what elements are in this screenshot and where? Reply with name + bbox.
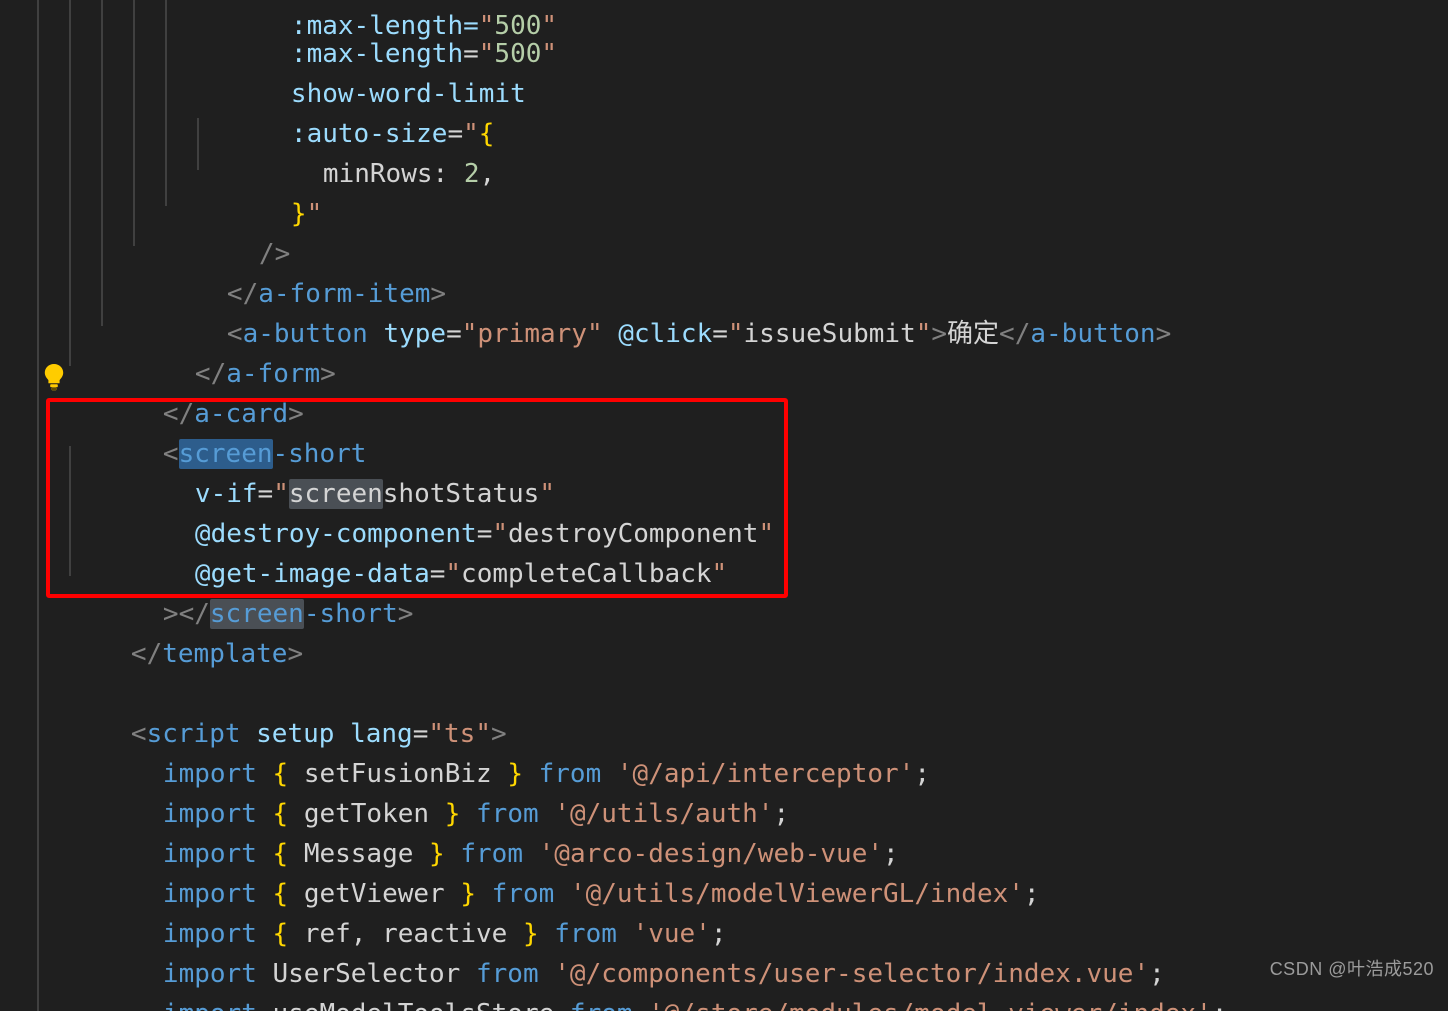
code-token-semicolon: ; — [914, 759, 930, 789]
code-token-angle: </ — [130, 639, 163, 669]
code-line-v-if[interactable]: v-if="screenshotStatus" — [101, 434, 555, 509]
code-line-import-ref-reactive[interactable]: import { ref, reactive } from 'vue'; — [69, 874, 727, 949]
code-line-show-word-limit[interactable]: show-word-limit — [197, 34, 526, 109]
code-token-string-primary: "primary" — [461, 319, 603, 349]
code-token-quote: " — [711, 559, 728, 589]
indent-guide — [165, 0, 167, 206]
csdn-watermark: CSDN @叶浩成520 — [1269, 959, 1434, 979]
code-line-close-template[interactable]: </template> — [37, 594, 303, 669]
code-token-number-2: 2 — [463, 159, 480, 189]
code-token-expr-issue-submit: issueSubmit — [743, 319, 916, 349]
indent-guide — [101, 0, 103, 326]
code-token-equals: = — [446, 319, 462, 349]
code-line-max-length[interactable]: :max-length="500" — [197, 0, 557, 69]
code-token-quote: " — [915, 319, 932, 349]
code-line-min-rows[interactable]: minRows: 2, — [229, 114, 495, 189]
code-line-import-user-selector[interactable]: import UserSelector from '@/components/u… — [69, 914, 1165, 989]
code-line-import-get-token[interactable]: import { getToken } from '@/utils/auth'; — [69, 754, 789, 829]
code-token-equals: = — [429, 559, 446, 589]
code-line-a-button[interactable]: <a-button type="primary" @click="issueSu… — [133, 274, 1171, 349]
code-token-semicolon: ; — [1023, 879, 1040, 909]
code-editor-window[interactable]: :max-length="500" :max-length="500" show… — [0, 0, 1448, 1011]
code-line-script-open[interactable]: <script setup lang="ts"> — [37, 674, 507, 749]
code-token-equals: = — [712, 319, 728, 349]
code-token-attr-type: type — [383, 319, 447, 349]
code-token-quote: " — [758, 519, 775, 549]
code-surface[interactable]: :max-length="500" :max-length="500" show… — [0, 0, 1448, 1011]
code-token-close-brace: } — [290, 199, 307, 229]
code-line-close-brace[interactable]: }" — [197, 154, 322, 229]
code-line-import-message[interactable]: import { Message } from '@arco-design/we… — [69, 794, 899, 869]
code-line-auto-size[interactable]: :auto-size="{ — [197, 74, 495, 149]
code-line-get-image-data[interactable]: @get-image-data="completeCallback" — [101, 514, 727, 589]
quick-fix-lightbulb-icon[interactable] — [41, 362, 67, 392]
code-line-screen-short-close[interactable]: ></screen-short> — [69, 554, 413, 629]
code-line-self-close[interactable]: /> — [165, 194, 290, 269]
code-token-angle: > — [320, 359, 336, 389]
indent-guide — [133, 0, 135, 246]
code-token-quote: " — [306, 199, 323, 229]
code-token-quote: " — [727, 319, 744, 349]
code-token-prop-minrows: minRows — [322, 159, 433, 189]
indent-guide — [69, 0, 71, 366]
code-token-angle: > — [287, 639, 304, 669]
code-line-import-use-model-tools-store[interactable]: import useModelToolsStore from '@/store/… — [69, 954, 1227, 1011]
code-line-close-a-form-item[interactable]: </a-form-item> — [133, 234, 446, 309]
code-token-tag-a-button: a-button — [1030, 319, 1156, 349]
code-line-clipped-bottom[interactable]: import { useUserStore } from '@/store'; — [69, 994, 773, 1011]
code-token-text-confirm: 确定 — [947, 319, 1000, 349]
code-line-close-a-card[interactable]: </a-card> — [69, 354, 304, 429]
lightbulb-glyph — [44, 364, 64, 391]
code-token-colon: : — [432, 159, 464, 189]
code-line-import-set-fusion-biz[interactable]: import { setFusionBiz } from '@/api/inte… — [69, 714, 930, 789]
code-token-quote: " — [541, 39, 558, 69]
code-line-import-get-viewer[interactable]: import { getViewer } from '@/utils/model… — [69, 834, 1040, 909]
code-line-destroy-component[interactable]: @destroy-component="destroyComponent" — [101, 474, 774, 549]
code-token-attr-click: @click — [618, 319, 713, 349]
code-token-quote: " — [445, 559, 462, 589]
code-token-angle: > — [931, 319, 948, 349]
code-token-angle: > — [1155, 319, 1172, 349]
code-token-semicolon: ; — [1212, 999, 1228, 1011]
code-line-close-a-form[interactable]: </a-form> — [101, 314, 336, 389]
code-token-tag-template: template — [162, 639, 288, 669]
indent-guide — [37, 700, 39, 1011]
code-token-comma: , — [479, 159, 496, 189]
code-token-angle: > — [397, 599, 414, 629]
code-token-tag-screen-short: -short — [303, 599, 398, 629]
code-token-angle: </ — [999, 319, 1031, 349]
code-line-screen-short-open[interactable]: <screen-short — [69, 394, 366, 469]
code-token-expr-complete-callback: completeCallback — [461, 559, 712, 589]
